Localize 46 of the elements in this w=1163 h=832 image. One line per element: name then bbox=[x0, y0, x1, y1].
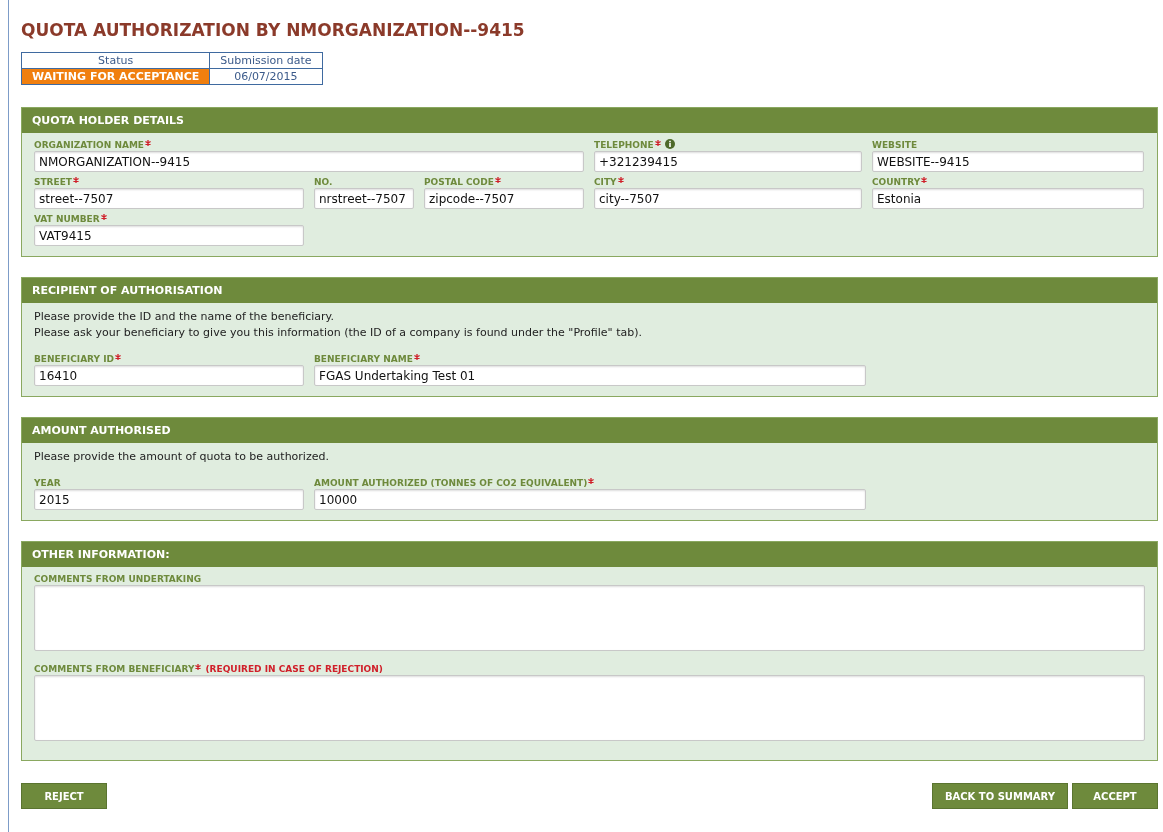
field-label: WEBSITE bbox=[872, 139, 918, 152]
info-icon[interactable] bbox=[664, 139, 675, 150]
page-title: QUOTA AUTHORIZATION BY NMORGANIZATION--9415 bbox=[21, 20, 526, 41]
field-label: STREET bbox=[34, 176, 72, 189]
text-field[interactable]: Estonia bbox=[872, 188, 1144, 210]
accept-button[interactable]: ACCEPT bbox=[1072, 783, 1158, 810]
text-field[interactable]: FGAS Undertaking Test 01 bbox=[314, 365, 866, 387]
note-text: (REQUIRED IN CASE OF REJECTION) bbox=[205, 662, 383, 675]
text-field[interactable]: NMORGANIZATION--9415 bbox=[34, 151, 584, 173]
text-field[interactable]: 10000 bbox=[314, 489, 866, 511]
reject-button[interactable]: REJECT bbox=[21, 783, 107, 810]
field-label: ORGANIZATION NAME bbox=[34, 139, 144, 152]
text-field[interactable]: street--7507 bbox=[34, 188, 304, 210]
text-field[interactable]: 2015 bbox=[34, 489, 304, 511]
column-header: Submission date bbox=[209, 52, 322, 69]
comment-field[interactable] bbox=[34, 585, 1145, 652]
field-label: POSTAL CODE bbox=[424, 176, 494, 189]
text-field[interactable]: zipcode--7507 bbox=[424, 188, 584, 210]
section-header: OTHER INFORMATION: bbox=[22, 542, 1157, 568]
field-label: CITY bbox=[594, 176, 617, 189]
instruction-text: Please provide the ID and the name of the beneficiary. bbox=[34, 309, 336, 326]
instruction-text: Please ask your beneficiary to give you this information (the ID of a company is found under the "Profile" tab). bbox=[34, 325, 643, 342]
field-label: VAT NUMBER bbox=[34, 213, 100, 226]
text-field[interactable]: VAT9415 bbox=[34, 225, 304, 247]
text-field[interactable]: WEBSITE--9415 bbox=[872, 151, 1144, 173]
field-label: TELEPHONE bbox=[594, 139, 654, 152]
field-label: COMMENTS FROM UNDERTAKING bbox=[34, 573, 202, 586]
section-header: RECIPIENT OF AUTHORISATION bbox=[22, 278, 1157, 304]
field-label: BENEFICIARY ID bbox=[34, 353, 114, 366]
field-label: YEAR bbox=[34, 477, 61, 490]
section-header: AMOUNT AUTHORISED bbox=[22, 418, 1157, 444]
field-label: AMOUNT AUTHORIZED (TONNES OF CO2 EQUIVALENT) bbox=[314, 477, 588, 490]
field-label: COUNTRY bbox=[872, 176, 921, 189]
field-label: NO. bbox=[314, 176, 333, 189]
text-field[interactable]: nrstreet--7507 bbox=[314, 188, 414, 210]
field-label: COMMENTS FROM BENEFICIARY bbox=[34, 662, 195, 675]
date-value: 06/07/2015 bbox=[209, 68, 322, 85]
comment-field[interactable] bbox=[34, 674, 1145, 741]
section-header: QUOTA HOLDER DETAILS bbox=[22, 108, 1157, 134]
text-field[interactable]: +321239415 bbox=[594, 151, 862, 173]
text-field[interactable]: 16410 bbox=[34, 365, 304, 387]
back-button[interactable]: BACK TO SUMMARY bbox=[931, 783, 1068, 810]
text-field[interactable]: city--7507 bbox=[594, 188, 862, 210]
instruction-text: Please provide the amount of quota to be authorized. bbox=[34, 449, 330, 466]
column-header: Status bbox=[21, 52, 210, 69]
field-label: BENEFICIARY NAME bbox=[314, 353, 413, 366]
